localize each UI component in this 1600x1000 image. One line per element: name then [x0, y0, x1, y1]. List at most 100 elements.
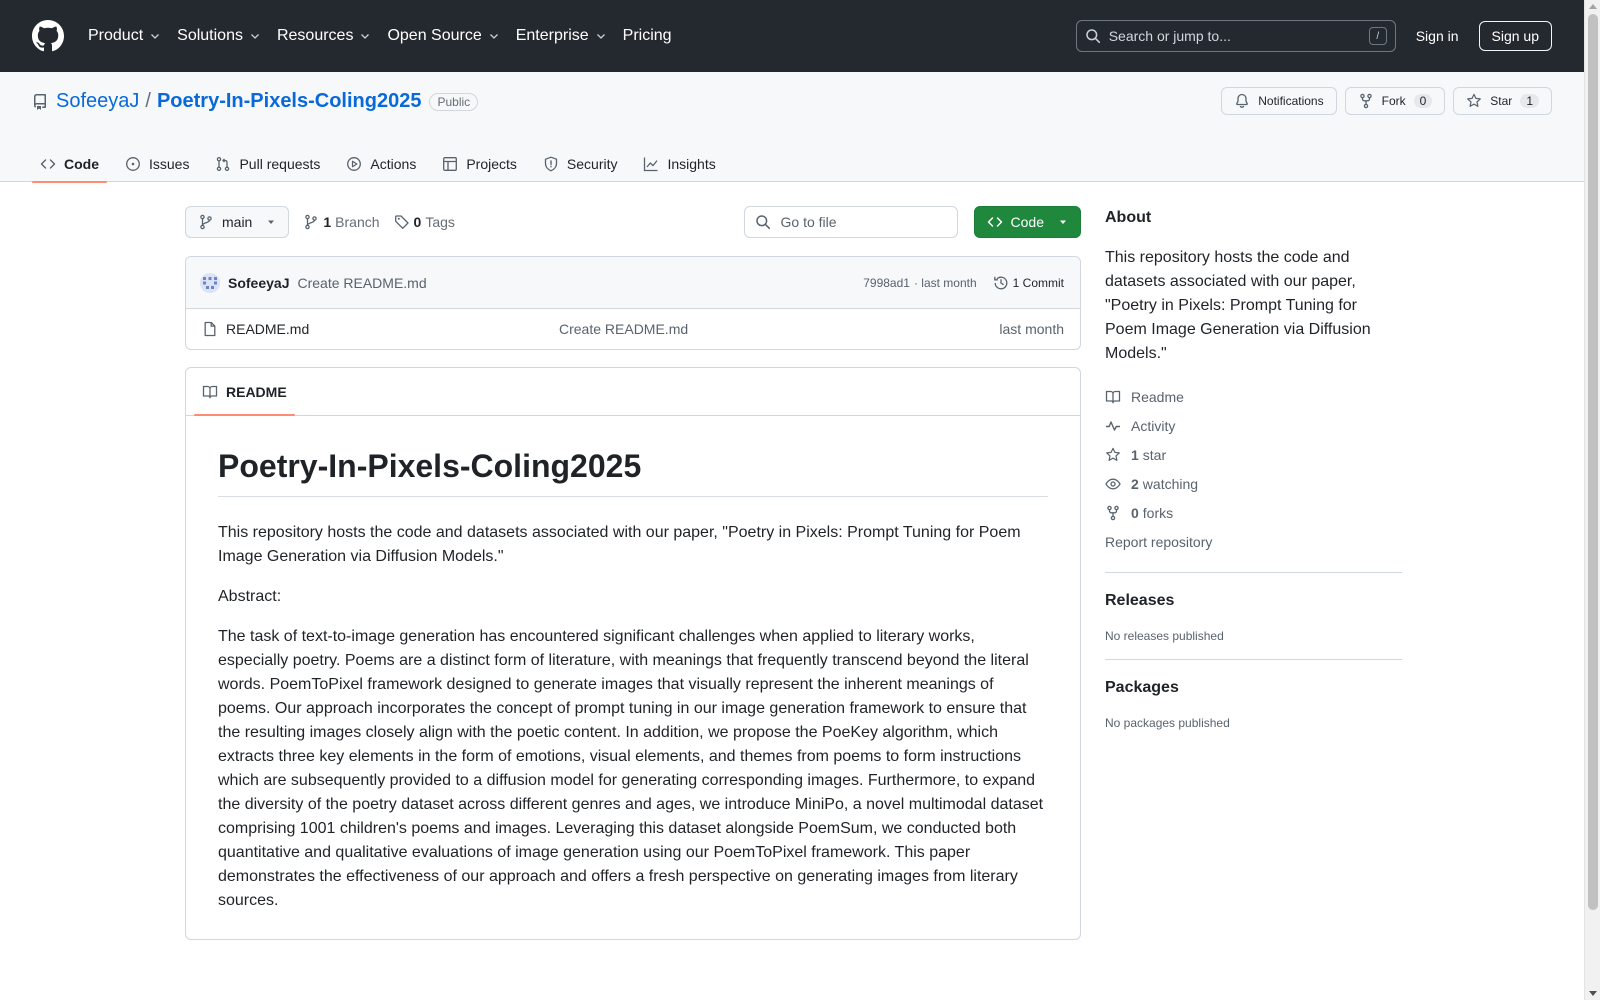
- page-scrollbar[interactable]: [1584, 0, 1600, 1000]
- file-list: SofeeyaJ Create README.md 7998ad1 · last…: [185, 256, 1081, 350]
- eye-icon: [1105, 478, 1121, 489]
- readme-title: Poetry-In-Pixels-Coling2025: [218, 446, 1048, 497]
- chevron-down-icon: [596, 34, 605, 39]
- search-shortcut-key: /: [1368, 27, 1387, 45]
- repo-actions: Notifications Fork 0 Star 1: [1213, 87, 1552, 115]
- star-icon: [1467, 93, 1482, 107]
- table-icon: [443, 157, 458, 171]
- stars-link[interactable]: 1 star: [1105, 440, 1402, 469]
- nav-product-label: Product: [88, 27, 144, 44]
- nav-product[interactable]: Product: [88, 27, 161, 45]
- table-row: README.md Create README.md last month: [186, 309, 1080, 349]
- branches-link[interactable]: 1 Branch: [303, 214, 380, 230]
- code-button-label: Code: [1010, 214, 1044, 230]
- repo-owner-link[interactable]: SofeeyaJ: [56, 90, 139, 113]
- tab-issues[interactable]: Issues: [117, 146, 197, 182]
- packages-heading[interactable]: Packages: [1105, 676, 1402, 700]
- fork-label: Fork: [1381, 94, 1406, 108]
- report-repository-link[interactable]: Report repository: [1105, 527, 1402, 556]
- nav-open-source[interactable]: Open Source: [387, 27, 499, 45]
- readme-link[interactable]: Readme: [1105, 382, 1402, 411]
- forks-link[interactable]: 0 forks: [1105, 498, 1402, 527]
- branch-name: main: [222, 214, 253, 230]
- github-logo-icon[interactable]: [32, 20, 64, 52]
- stars-count: 1: [1131, 446, 1139, 463]
- tab-projects[interactable]: Projects: [434, 146, 525, 182]
- readme-tab-label: README: [226, 383, 287, 400]
- site-header: Product Solutions Resources Open Source …: [0, 0, 1584, 72]
- scroll-down-arrow-icon[interactable]: [1589, 991, 1597, 996]
- avatar[interactable]: [200, 272, 220, 293]
- activity-link[interactable]: Activity: [1105, 411, 1402, 440]
- repo-name-link[interactable]: Poetry-In-Pixels-Coling2025: [157, 90, 422, 113]
- fork-button[interactable]: Fork 0: [1344, 87, 1446, 115]
- nav-resources[interactable]: Resources: [277, 27, 371, 45]
- go-to-file-input[interactable]: Go to file: [743, 206, 958, 238]
- fork-icon: [1107, 505, 1119, 520]
- forks-count: 0: [1131, 504, 1139, 521]
- fork-count: 0: [1413, 94, 1433, 108]
- tab-readme[interactable]: README: [194, 368, 295, 416]
- file-commit-link[interactable]: Create README.md: [559, 321, 688, 337]
- tab-code[interactable]: Code: [32, 146, 107, 183]
- activity-link-label: Activity: [1131, 417, 1176, 434]
- tags-link[interactable]: 0 Tags: [394, 214, 455, 230]
- scrollbar-thumb[interactable]: [1588, 14, 1598, 910]
- repo-title: SofeeyaJ / Poetry-In-Pixels-Coling2025 P…: [32, 90, 479, 113]
- tab-insights[interactable]: Insights: [635, 146, 723, 182]
- search-icon: [1085, 29, 1100, 44]
- readme-link-label: Readme: [1131, 388, 1184, 405]
- pulse-icon: [1106, 420, 1120, 431]
- commit-history-link[interactable]: 1 Commit: [993, 275, 1064, 291]
- branch-label: Branch: [335, 214, 380, 230]
- nav-solutions-label: Solutions: [177, 27, 243, 44]
- releases-empty-text: No releases published: [1105, 629, 1224, 643]
- play-icon: [347, 157, 362, 171]
- caret-down-icon: [1060, 220, 1066, 224]
- repo-path-separator: /: [145, 90, 151, 112]
- readme-intro: This repository hosts the code and datas…: [218, 524, 1021, 565]
- watchers-link[interactable]: 2 watching: [1105, 469, 1402, 498]
- nav-pricing-label: Pricing: [622, 27, 672, 44]
- commit-message[interactable]: Create README.md: [297, 275, 426, 291]
- latest-commit-row: SofeeyaJ Create README.md 7998ad1 · last…: [186, 257, 1080, 309]
- releases-heading[interactable]: Releases: [1105, 589, 1402, 613]
- nav-pricing[interactable]: Pricing: [623, 27, 672, 45]
- commit-author[interactable]: SofeeyaJ: [228, 275, 289, 291]
- tab-security-label: Security: [566, 156, 618, 172]
- packages-empty-text: No packages published: [1105, 716, 1230, 730]
- tab-pull-requests[interactable]: Pull requests: [207, 146, 328, 182]
- search-input[interactable]: Search or jump to... /: [1075, 20, 1396, 52]
- go-to-file-placeholder: Go to file: [780, 214, 837, 230]
- notifications-button[interactable]: Notifications: [1221, 87, 1337, 115]
- branch-selector[interactable]: main: [185, 206, 290, 238]
- file-toolbar: main 1 Branch 0 Tags Go to file Code: [185, 206, 1081, 238]
- watching-count: 2: [1131, 475, 1139, 492]
- repo-sidebar: About This repository hosts the code and…: [1105, 206, 1402, 730]
- scroll-up-arrow-icon[interactable]: [1589, 4, 1597, 9]
- code-button[interactable]: Code: [973, 206, 1081, 238]
- star-count: 1: [1520, 94, 1539, 108]
- repo-tabs: Code Issues Pull requests Actions Projec…: [32, 146, 734, 183]
- issue-icon: [126, 157, 140, 171]
- tab-actions[interactable]: Actions: [338, 146, 424, 182]
- nav-solutions[interactable]: Solutions: [177, 27, 261, 45]
- code-icon: [40, 159, 56, 169]
- tab-security[interactable]: Security: [535, 146, 626, 182]
- code-icon: [987, 217, 1002, 227]
- tab-code-label: Code: [64, 156, 99, 172]
- star-button[interactable]: Star 1: [1453, 87, 1552, 115]
- tag-icon: [394, 215, 409, 229]
- sign-up-button[interactable]: Sign up: [1478, 21, 1552, 51]
- commit-sha[interactable]: 7998ad1: [863, 276, 910, 290]
- file-name-link[interactable]: README.md: [226, 321, 559, 337]
- tab-actions-label: Actions: [370, 156, 417, 172]
- file-date: last month: [999, 321, 1064, 337]
- fork-icon: [1359, 93, 1372, 109]
- watching-label: watching: [1142, 475, 1199, 492]
- readme-panel: README Poetry-In-Pixels-Coling2025 This …: [185, 367, 1081, 940]
- sign-in-link[interactable]: Sign in: [1416, 28, 1459, 44]
- nav-open-source-label: Open Source: [387, 27, 482, 44]
- nav-enterprise[interactable]: Enterprise: [516, 27, 607, 45]
- bell-icon: [1236, 93, 1249, 108]
